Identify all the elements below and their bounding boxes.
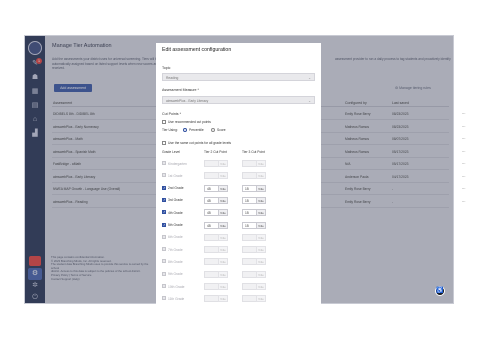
grade-checkbox[interactable]	[162, 185, 166, 190]
topic-select[interactable]: Reading ⌄	[162, 73, 315, 81]
tier3-suffix: %ile	[256, 270, 266, 278]
more-icon[interactable]: ⋯	[462, 175, 465, 179]
use-recommended-label: Use recommended cut points	[168, 120, 211, 124]
tier2-suffix: %ile	[218, 295, 228, 303]
grade-checkbox[interactable]	[162, 210, 166, 215]
more-icon[interactable]: ⋯	[462, 137, 465, 141]
grade-label: 8th Grade	[168, 259, 183, 264]
grade-label: 7th Grade	[168, 247, 183, 252]
assessment-measure-select[interactable]: aimswebPlus - Early Literacy ⌄	[162, 96, 315, 104]
grade-label: 1st Grade	[168, 173, 183, 178]
tier3-suffix: %ile	[256, 295, 266, 303]
topic-label: Topic	[162, 66, 171, 70]
grade-checkbox[interactable]	[162, 284, 166, 288]
tier2-suffix: %ile	[218, 184, 228, 192]
grade-label: Kindergarten	[168, 161, 187, 166]
accessibility-icon[interactable]: ♿	[435, 286, 445, 296]
more-icon[interactable]: ⋯	[462, 200, 465, 204]
grade-checkbox[interactable]	[162, 173, 166, 178]
column-tier2-cut-point: Tier 2 Cut Point	[204, 150, 227, 154]
tier3-suffix: %ile	[256, 160, 266, 167]
more-icon[interactable]: ⋯	[462, 150, 465, 154]
grade-label: 10th Grade	[168, 284, 185, 289]
tier2-suffix: %ile	[218, 196, 228, 204]
more-icon[interactable]: ⋯	[462, 187, 465, 191]
chevron-down-icon: ⌄	[308, 76, 311, 80]
tier2-suffix: %ile	[218, 233, 228, 241]
tier3-suffix: %ile	[256, 233, 266, 241]
grade-label: 5th Grade	[168, 223, 183, 227]
grade-label: 11th Grade	[168, 296, 185, 301]
tier2-suffix: %ile	[218, 258, 228, 266]
tier2-suffix: %ile	[218, 270, 228, 278]
grade-checkbox[interactable]	[162, 234, 166, 239]
edit-assessment-dialog: Edit assessment configuration Topic Read…	[156, 43, 321, 304]
score-radio[interactable]	[211, 128, 215, 132]
tier-using-label: Tier Using:	[162, 128, 178, 132]
grade-label: 3rd Grade	[168, 198, 183, 203]
tier2-suffix: %ile	[218, 209, 228, 217]
grade-checkbox[interactable]	[162, 247, 166, 252]
assessment-measure-label: Assessment Measure *	[162, 88, 199, 92]
grade-label: 6th Grade	[168, 235, 183, 240]
tier3-suffix: %ile	[256, 258, 266, 266]
tier3-suffix: %ile	[256, 246, 266, 254]
tier2-suffix: %ile	[218, 221, 228, 229]
tier3-suffix: %ile	[256, 184, 266, 192]
percentile-label: Percentile	[189, 128, 204, 132]
more-icon[interactable]: ⋯	[462, 125, 465, 129]
tier3-suffix: %ile	[256, 283, 266, 290]
grade-label: 2nd Grade	[168, 186, 184, 191]
tier3-suffix: %ile	[256, 209, 266, 217]
dialog-title: Edit assessment configuration	[162, 47, 232, 53]
more-icon[interactable]: ⋯	[462, 112, 465, 116]
more-icon[interactable]: ⋯	[462, 162, 465, 166]
same-cutpoints-checkbox[interactable]	[162, 141, 166, 145]
tier2-suffix: %ile	[218, 246, 228, 254]
percentile-radio[interactable]	[183, 128, 187, 132]
chevron-down-icon: ⌄	[308, 99, 311, 103]
tier3-suffix: %ile	[256, 221, 266, 229]
grade-checkbox[interactable]	[162, 197, 166, 202]
grade-checkbox[interactable]	[162, 222, 166, 227]
column-grade-level: Grade Level	[162, 150, 180, 154]
grade-checkbox[interactable]	[162, 259, 166, 264]
grade-checkbox[interactable]	[162, 271, 166, 276]
grade-label: 9th Grade	[168, 272, 183, 277]
tier2-suffix: %ile	[218, 160, 228, 167]
grade-checkbox[interactable]	[162, 161, 166, 165]
grade-checkbox[interactable]	[162, 296, 166, 301]
tier2-suffix: %ile	[218, 283, 228, 290]
tier3-suffix: %ile	[256, 172, 266, 180]
column-tier3-cut-point: Tier 3 Cut Point	[242, 150, 265, 154]
same-cutpoints-label: Use the same cut points for all grade le…	[168, 141, 232, 145]
use-recommended-checkbox[interactable]	[162, 120, 166, 124]
tier2-suffix: %ile	[218, 172, 228, 180]
grade-label: 4th Grade	[168, 210, 183, 215]
tier3-suffix: %ile	[256, 196, 266, 204]
cut-points-label: Cut Points *	[162, 112, 181, 116]
score-label: Score	[217, 128, 226, 132]
